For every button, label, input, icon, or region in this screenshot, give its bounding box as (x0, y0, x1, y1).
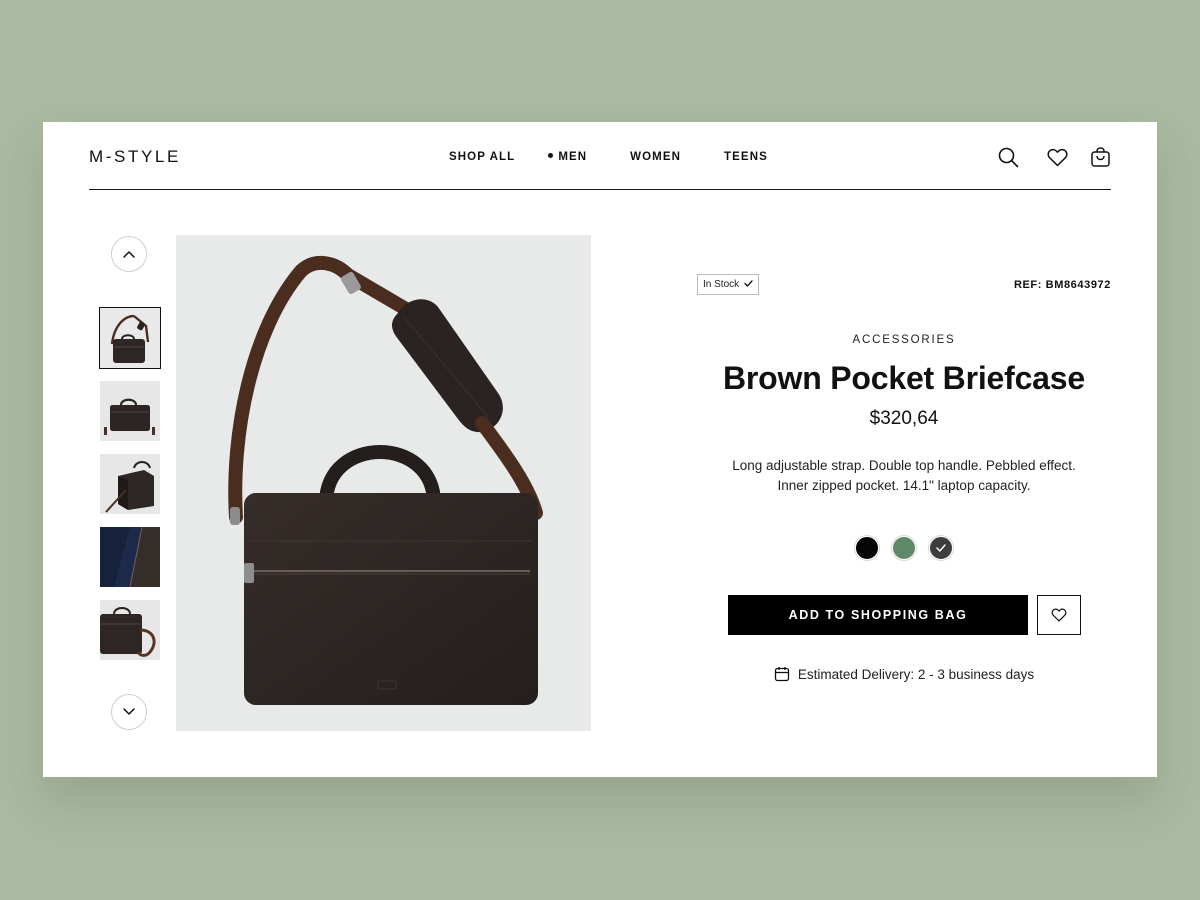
product-main-image[interactable] (176, 235, 591, 731)
brand-logo[interactable]: M-STYLE (89, 147, 181, 167)
color-swatches (697, 536, 1111, 560)
add-to-bag-button[interactable]: ADD TO SHOPPING BAG (728, 595, 1028, 635)
nav-item-men[interactable]: MEN (548, 151, 587, 163)
calendar-icon (774, 667, 789, 682)
thumbnail-front-strap[interactable] (99, 307, 161, 369)
site-header: M-STYLE SHOP ALL MEN WOMEN TEENS (89, 122, 1111, 190)
nav-label: TEENS (724, 151, 768, 163)
product-title: Brown Pocket Briefcase (723, 360, 1085, 396)
main-nav: SHOP ALL MEN WOMEN TEENS (449, 151, 768, 163)
nav-item-women[interactable]: WOMEN (630, 151, 681, 163)
color-swatch-charcoal[interactable] (929, 536, 953, 560)
nav-label: SHOP ALL (449, 151, 516, 163)
thumbnail-detail[interactable] (100, 600, 160, 660)
product-category[interactable]: ACCESSORIES (697, 334, 1111, 346)
nav-item-shop-all[interactable]: SHOP ALL (449, 151, 515, 163)
heart-icon[interactable] (1046, 146, 1068, 168)
nav-label: WOMEN (630, 151, 682, 163)
description-line: Long adjustable strap. Double top handle… (732, 458, 1076, 473)
header-actions (997, 146, 1111, 168)
stock-label: In Stock (703, 279, 740, 290)
product-price: $320,64 (869, 408, 939, 429)
product-description: Long adjustable strap. Double top handle… (697, 456, 1111, 496)
thumbnail-side[interactable] (100, 454, 160, 514)
shopping-bag-icon[interactable] (1089, 146, 1111, 168)
search-icon[interactable] (997, 146, 1019, 168)
wishlist-button[interactable] (1037, 595, 1081, 635)
thumbnails-down-button[interactable] (111, 694, 147, 730)
delivery-text: Estimated Delivery: 2 - 3 business days (797, 666, 1035, 682)
heart-icon (1051, 608, 1067, 622)
thumbnail-list (99, 307, 161, 673)
thumbnail-interior[interactable] (100, 527, 160, 587)
thumbnail-front[interactable] (100, 381, 160, 441)
delivery-estimate: Estimated Delivery: 2 - 3 business days (697, 666, 1111, 682)
chevron-down-icon (123, 708, 135, 715)
purchase-actions: ADD TO SHOPPING BAG (728, 595, 1081, 635)
check-icon (744, 280, 753, 287)
description-line: Inner zipped pocket. 14.1" laptop capaci… (777, 478, 1031, 493)
product-ref: REF: BM8643972 (1013, 279, 1111, 291)
thumbnails-up-button[interactable] (111, 236, 147, 272)
color-swatch-black[interactable] (855, 536, 879, 560)
color-swatch-green[interactable] (892, 536, 916, 560)
active-indicator-dot (548, 153, 554, 159)
chevron-up-icon (123, 251, 135, 258)
nav-label: MEN (558, 151, 588, 163)
nav-item-teens[interactable]: TEENS (724, 151, 768, 163)
product-card: M-STYLE SHOP ALL MEN WOMEN TEENS In Stoc… (43, 122, 1157, 777)
check-icon (936, 544, 946, 552)
stock-badge: In Stock (697, 274, 759, 295)
